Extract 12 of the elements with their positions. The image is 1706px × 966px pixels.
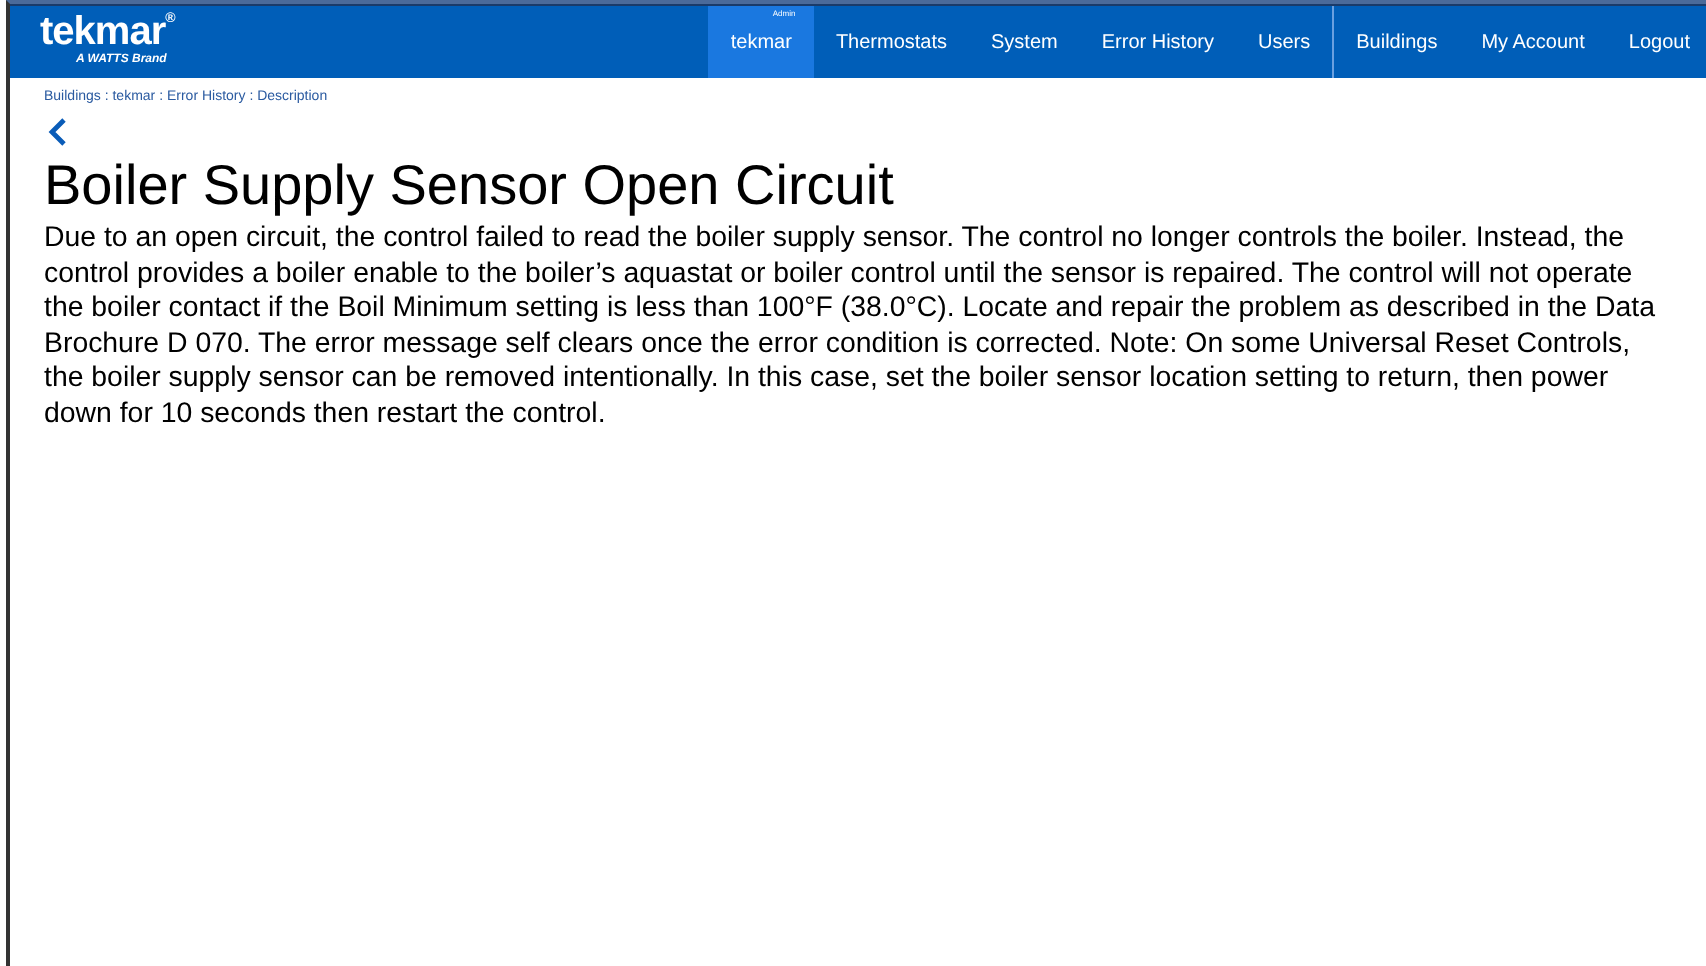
nav-tab[interactable]: System bbox=[969, 6, 1080, 78]
nav-tab[interactable]: Error History bbox=[1079, 6, 1236, 78]
nav-tab[interactable]: My Account bbox=[1459, 6, 1607, 78]
logo-text: tekmar bbox=[40, 12, 166, 52]
registered-mark: ® bbox=[165, 12, 175, 26]
error-title: Boiler Supply Sensor Open Circuit bbox=[44, 154, 896, 218]
nav-tab[interactable]: Buildings bbox=[1334, 6, 1460, 78]
nav-tab[interactable]: Logout bbox=[1606, 6, 1706, 78]
error-description: Due to an open circuit, the control failed to read the boiler supply sensor. The control no longer controls the boiler. Instead, the control provides a boiler enable to the boiler’s aquastat or boiler control until the sensor is repaired. The control will not operate the boiler contact if the Boil Minimum setting is less than 100°F (38.0°C). Locate and repair the problem as described in the Data Brochure D 070. The error message self clears once the error condition is corrected. Note: On some Universal Reset Controls, the boiler supply sensor can be removed intentionally. In this case, set the boiler sensor location setting to return, then power down for 10 seconds then restart the control. bbox=[44, 222, 1657, 432]
back-chevron-icon[interactable] bbox=[48, 118, 68, 146]
nav-tab[interactable]: Thermostats bbox=[813, 6, 970, 78]
nav-tab[interactable]: Users bbox=[1235, 6, 1333, 78]
